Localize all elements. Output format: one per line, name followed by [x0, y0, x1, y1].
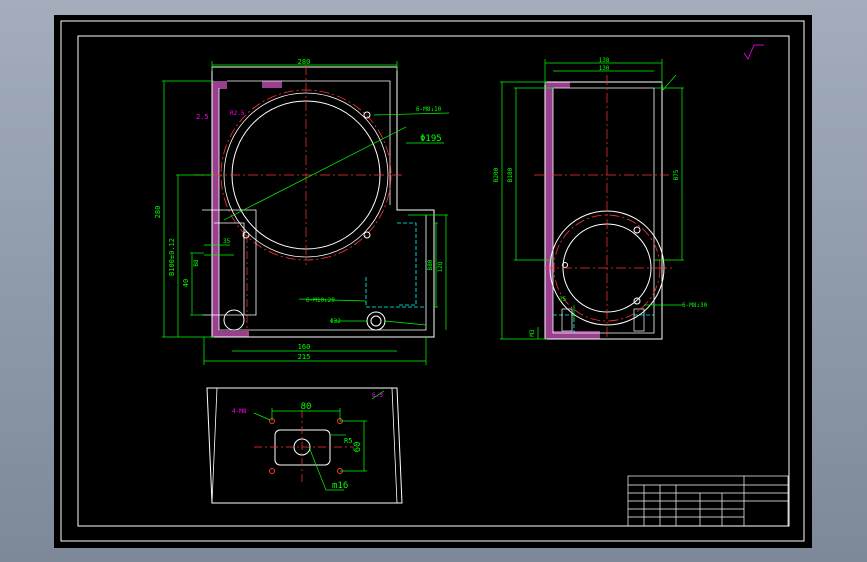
top-edge-line	[211, 387, 218, 504]
front-inner-top	[227, 80, 391, 205]
top-dimensions	[253, 390, 385, 491]
dim-bore: Φ195	[420, 134, 442, 144]
side-dim-right: B75	[673, 169, 680, 180]
dim-bottom-inner: 160	[298, 343, 311, 351]
hidden-boss	[397, 222, 417, 306]
side-dim-small: 25	[559, 296, 567, 303]
dim-center: B100±0.12	[168, 238, 176, 276]
top-dim-80: 80	[301, 402, 312, 412]
top-dim-r: R5	[344, 437, 352, 445]
dim-top-width: 280	[298, 58, 311, 66]
hidden-lines	[365, 277, 426, 308]
side-dim-height: B200	[493, 167, 500, 182]
drain-hole-outer	[366, 311, 386, 331]
top-label-holes: 4-M8	[232, 408, 247, 415]
drawing-sheet: 280 280 B100±0.12 40 Φ195 6-M8↓10 2.5 R2…	[54, 15, 812, 548]
dim-left-b: B8	[193, 259, 200, 267]
dim-tap: 6-M10↓20	[306, 297, 335, 304]
top-view: 80 60 m16 4-M8 R5 6.3	[206, 387, 403, 504]
dim-height: 280	[154, 206, 162, 219]
side-dim-top-inner: 130	[599, 65, 610, 72]
side-dim-top-total: 138	[599, 57, 610, 64]
roughness-symbol	[743, 44, 764, 60]
side-bolt-hole	[633, 226, 641, 234]
cad-drawing: 280 280 B100±0.12 40 Φ195 6-M8↓10 2.5 R2…	[60, 20, 805, 542]
top-dim-60: 60	[353, 442, 363, 453]
front-view: 280 280 B100±0.12 40 Φ195 6-M8↓10 2.5 R2…	[154, 58, 450, 365]
top-dim-m16: m16	[332, 481, 348, 491]
bolt-hole	[363, 231, 371, 239]
dim-left-small: 2.5	[196, 113, 209, 121]
dim-hole: Φ32	[330, 318, 341, 325]
lower-hole	[223, 309, 245, 331]
top-edge-line	[391, 387, 398, 504]
top-bolt-hole	[269, 468, 275, 474]
dim-right: 12Q	[437, 261, 444, 272]
outer-border	[60, 20, 805, 542]
side-dim-bottom: M3	[529, 329, 536, 337]
dim-bottom-total: 215	[298, 353, 311, 361]
section-hatch-left	[212, 81, 227, 210]
top-roughness: 6.3	[372, 392, 383, 399]
front-dimensions	[162, 61, 450, 365]
side-dim-tap: 6-M8↓30	[682, 302, 708, 309]
side-hatch-left	[545, 82, 553, 337]
side-inner	[552, 87, 655, 334]
side-dim-height-inner: B180	[507, 167, 514, 182]
title-block	[627, 475, 789, 527]
top-window	[274, 429, 331, 466]
dim-left-35: 35	[223, 238, 231, 245]
front-inner-wall	[218, 88, 427, 331]
roughness-check-icon	[743, 44, 755, 60]
side-view: 138 130 B200 B180 B75 6-M8↓30 25 M3	[493, 57, 708, 340]
dim-lower: 40	[182, 279, 190, 287]
section-hatch-top	[262, 81, 282, 88]
dim-bolt: 6-M8↓10	[416, 106, 442, 113]
side-bolt-hole	[633, 297, 641, 305]
left-window	[202, 209, 257, 316]
side-hatch-top	[545, 82, 570, 88]
dim-radius: R2.5	[230, 110, 245, 117]
drain-hole-inner	[370, 315, 382, 327]
side-hidden-left	[553, 314, 575, 333]
dim-right-inner: B80	[427, 259, 434, 270]
bolt-hole	[363, 111, 371, 119]
